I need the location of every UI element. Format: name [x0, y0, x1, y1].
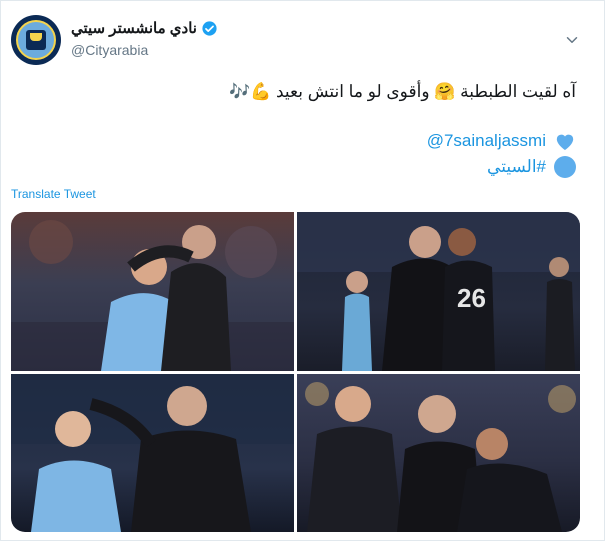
chevron-down-icon[interactable]	[563, 31, 581, 49]
translate-tweet-link[interactable]: Translate Tweet	[11, 187, 96, 201]
hashtag-link[interactable]: #السيتي	[487, 157, 546, 177]
handle[interactable]: @Cityarabia	[71, 42, 148, 58]
tweet-card: نادي مانشستر سيتي @Cityarabia آه لقيت ال…	[0, 0, 605, 541]
manchester-city-crest-icon	[16, 20, 56, 60]
photo-3[interactable]	[11, 374, 294, 532]
blue-circle-icon	[554, 156, 576, 178]
photo-1-illustration	[11, 220, 294, 371]
verified-badge-icon	[202, 20, 217, 36]
photo-3-illustration	[11, 374, 294, 532]
display-name[interactable]: نادي مانشستر سيتي	[71, 19, 197, 37]
photo-2-illustration: 26	[297, 212, 580, 371]
svg-text:26: 26	[457, 283, 486, 313]
avatar[interactable]	[11, 15, 61, 65]
mention-row: @7sainaljassmi	[427, 131, 576, 151]
photo-4-illustration	[305, 382, 576, 532]
blue-heart-icon	[556, 134, 574, 151]
tweet-text: آه لقيت الطبطبة 🤗 وأقوى لو ما انتش بعيد …	[228, 82, 576, 101]
mention-link[interactable]: @7sainaljassmi	[427, 131, 546, 151]
photo-4[interactable]	[297, 374, 580, 532]
author-name-row: نادي مانشستر سيتي	[71, 19, 218, 37]
photo-2[interactable]: 26	[297, 212, 580, 371]
photo-1[interactable]	[11, 212, 294, 371]
photo-grid: 26	[11, 212, 580, 532]
hashtag-row: #السيتي	[487, 156, 576, 178]
